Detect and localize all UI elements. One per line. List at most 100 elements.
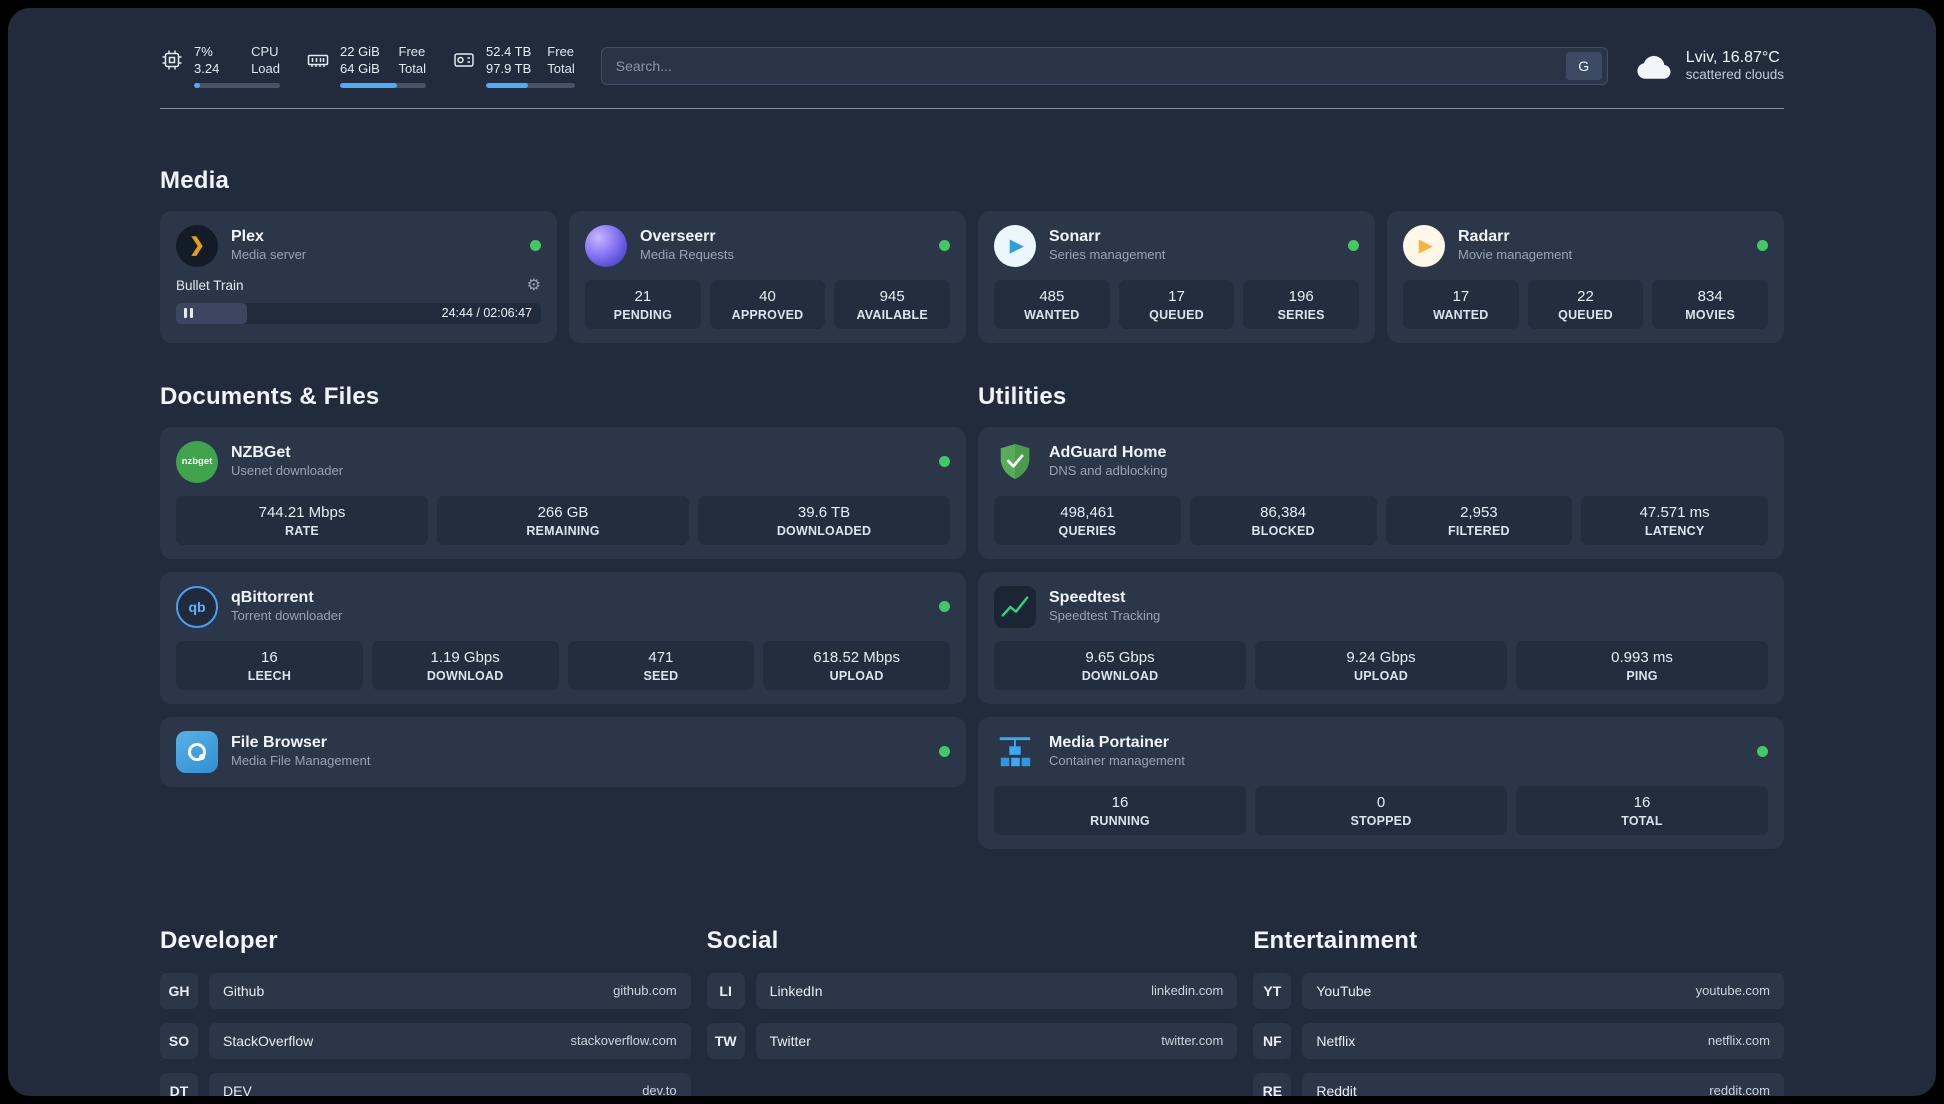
app-name: AdGuard Home [1049,444,1167,462]
app-card-speedtest[interactable]: Speedtest Speedtest Tracking 9.65 Gbps D… [978,571,1784,704]
link-name: YouTube [1316,982,1372,999]
stat-label: APPROVED [731,307,804,322]
disk-progress-bar [486,82,575,88]
stackoverflow-icon[interactable]: SO [160,1022,198,1059]
app-subtitle: Series management [1049,247,1166,263]
app-card-adguard[interactable]: AdGuard Home DNS and adblocking 498,461 … [978,426,1784,559]
stat-label: FILTERED [1447,523,1510,538]
speedtest-icon [994,585,1036,628]
search-input[interactable] [615,57,1566,74]
app-name: Sonarr [1049,228,1101,246]
plex-icon [176,224,218,267]
link-domain: linkedin.com [1151,983,1224,999]
stat-tile: 618.52 Mbps UPLOAD [763,640,950,690]
reddit-icon[interactable]: RE [1253,1072,1292,1096]
memory-metric: 22 GiB 64 GiB Free Total [306,44,426,88]
link-name: Github [223,982,265,999]
stat-value: 2,953 [1460,503,1498,521]
app-name: NZBGet [231,444,291,462]
linkedin-icon[interactable]: LI [706,972,745,1009]
documents-column: Documents & Files nzbget NZBGet Usenet d… [160,383,966,787]
status-dot [939,746,950,758]
stat-label: UPLOAD [829,668,884,683]
twitter-icon[interactable]: TW [706,1022,745,1059]
weather-location: Lviv, 16.87°C [1685,49,1780,67]
stat-label: STOPPED [1350,813,1412,828]
search-bar[interactable]: G [600,46,1608,85]
stat-value: 485 [1039,287,1065,305]
link-domain: twitter.com [1161,1033,1224,1049]
cpu-progress-bar [194,82,280,88]
cpu-label-1: CPU [251,44,279,59]
stat-value: 498,461 [1060,503,1115,521]
app-subtitle: Torrent downloader [231,608,343,624]
app-name: Media Portainer [1049,734,1170,752]
app-card-nzbget[interactable]: nzbget NZBGet Usenet downloader 744.21 M… [160,426,966,559]
memory-values: 22 GiB 64 GiB [340,44,380,78]
youtube-link[interactable]: YouTube youtube.com [1302,972,1784,1009]
stat-tile: 0.993 ms PING [1516,640,1768,690]
app-card-qbittorrent[interactable]: qb qBittorrent Torrent downloader 16 LEE… [160,571,966,704]
link-name: DEV [223,1082,252,1096]
stat-label: SEED [643,668,679,683]
dev-link[interactable]: DEV dev.to [209,1072,691,1096]
stat-label: PING [1626,668,1658,683]
youtube-icon[interactable]: YT [1253,972,1292,1009]
cpu-values: 7% 3.24 [194,44,219,78]
stat-tile: 86,384 BLOCKED [1189,495,1377,545]
reddit-link[interactable]: Reddit reddit.com [1302,1072,1784,1096]
stat-tile: 266 GB REMAINING [437,495,689,545]
stat-value: 16 [1111,793,1129,811]
dev-icon[interactable]: DT [160,1072,198,1096]
section-title-social: Social [706,926,779,954]
stat-tile: 485 WANTED [994,279,1110,329]
app-card-portainer[interactable]: Media Portainer Container management 16 … [978,716,1784,849]
stat-tile: 945 AVAILABLE [834,279,951,329]
github-link[interactable]: Github github.com [209,972,691,1009]
linkedin-link[interactable]: LinkedIn linkedin.com [755,972,1238,1009]
media-progress-bar[interactable]: 24:44 / 02:06:47 [176,302,541,324]
cloud-icon [1637,55,1671,79]
app-card-filebrowser[interactable]: File Browser Media File Management [160,716,966,787]
sonarr-icon [994,224,1036,267]
link-row-twitter: TW Twitter twitter.com [706,1022,1238,1059]
app-card-radarr[interactable]: Radarr Movie management 17 WANTED 22 QUE… [1387,210,1784,343]
stat-label: DOWNLOADED [776,523,872,538]
link-row-github: GH Github github.com [160,972,691,1009]
github-icon[interactable]: GH [160,972,198,1009]
stat-label: RUNNING [1090,813,1150,828]
app-name: Overseerr [640,228,716,246]
app-subtitle: Container management [1049,753,1185,769]
stat-value: 0 [1376,793,1386,811]
stat-tile: 22 QUEUED [1527,279,1644,329]
app-card-sonarr[interactable]: Sonarr Series management 485 WANTED 17 Q… [978,210,1375,343]
disk-total-value: 97.9 TB [486,60,532,76]
stat-label: LATENCY [1644,523,1705,538]
app-card-plex[interactable]: Plex Media server Bullet Train ⚙ 24:44 /… [160,210,557,343]
memory-label-2: Total [398,60,426,76]
twitter-link[interactable]: Twitter twitter.com [755,1022,1238,1059]
netflix-link[interactable]: Netflix netflix.com [1302,1022,1784,1059]
status-dot [1757,240,1768,252]
search-engine-button[interactable]: G [1565,51,1602,80]
app-card-overseerr[interactable]: Overseerr Media Requests 21 PENDING 40 A… [569,210,966,343]
cpu-label-2: Load [251,60,280,76]
netflix-icon[interactable]: NF [1253,1022,1292,1059]
pause-button[interactable] [184,308,193,319]
disk-label-1: Free [547,44,575,59]
status-dot [939,601,950,613]
stat-value: 9.24 Gbps [1346,648,1416,666]
stackoverflow-link[interactable]: StackOverflow stackoverflow.com [209,1022,691,1059]
memory-label-1: Free [398,44,426,59]
section-title-media: Media [160,166,230,194]
stat-label: RATE [285,523,319,538]
stat-label: SERIES [1277,307,1325,322]
link-domain: stackoverflow.com [570,1033,677,1049]
stat-label: QUEUED [1149,307,1204,322]
app-subtitle: Media server [231,247,307,263]
app-subtitle: DNS and adblocking [1049,463,1168,479]
topbar-divider [160,107,1784,109]
gear-icon[interactable]: ⚙ [527,277,541,294]
memory-icon [307,54,329,67]
stat-tile: 0 STOPPED [1255,785,1507,835]
